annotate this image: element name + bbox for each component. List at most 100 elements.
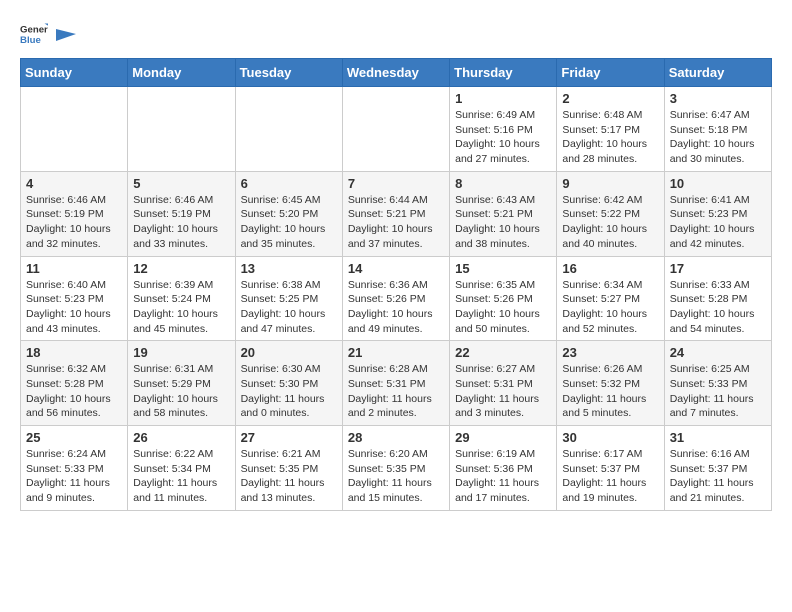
calendar-cell: 27 Sunrise: 6:21 AM Sunset: 5:35 PM Dayli…: [235, 426, 342, 511]
header-friday: Friday: [557, 59, 664, 87]
day-info: Sunrise: 6:46 AM Sunset: 5:19 PM Dayligh…: [133, 193, 229, 252]
day-info: Sunrise: 6:25 AM Sunset: 5:33 PM Dayligh…: [670, 362, 766, 421]
calendar-cell: 9 Sunrise: 6:42 AM Sunset: 5:22 PM Daylig…: [557, 171, 664, 256]
day-info: Sunrise: 6:42 AM Sunset: 5:22 PM Dayligh…: [562, 193, 658, 252]
day-number: 18: [26, 345, 122, 360]
header-tuesday: Tuesday: [235, 59, 342, 87]
calendar-cell: 19 Sunrise: 6:31 AM Sunset: 5:29 PM Dayli…: [128, 341, 235, 426]
day-number: 27: [241, 430, 337, 445]
calendar-cell: 15 Sunrise: 6:35 AM Sunset: 5:26 PM Dayli…: [450, 256, 557, 341]
day-number: 3: [670, 91, 766, 106]
calendar-cell: 10Sunrise: 6:41 AM Sunset: 5:23 PM Dayli…: [664, 171, 771, 256]
calendar-table: SundayMondayTuesdayWednesdayThursdayFrid…: [20, 58, 772, 511]
logo: General Blue: [20, 20, 76, 48]
day-number: 29: [455, 430, 551, 445]
day-number: 2: [562, 91, 658, 106]
day-number: 15: [455, 261, 551, 276]
day-number: 7: [348, 176, 444, 191]
day-number: 9: [562, 176, 658, 191]
day-info: Sunrise: 6:49 AM Sunset: 5:16 PM Dayligh…: [455, 108, 551, 167]
day-info: Sunrise: 6:47 AM Sunset: 5:18 PM Dayligh…: [670, 108, 766, 167]
calendar-cell: [342, 87, 449, 172]
calendar-cell: 14 Sunrise: 6:36 AM Sunset: 5:26 PM Dayli…: [342, 256, 449, 341]
calendar-cell: 30 Sunrise: 6:17 AM Sunset: 5:37 PM Dayli…: [557, 426, 664, 511]
calendar-cell: 25 Sunrise: 6:24 AM Sunset: 5:33 PM Dayli…: [21, 426, 128, 511]
day-number: 24: [670, 345, 766, 360]
day-info: Sunrise: 6:26 AM Sunset: 5:32 PM Dayligh…: [562, 362, 658, 421]
day-number: 6: [241, 176, 337, 191]
calendar-cell: 3 Sunrise: 6:47 AM Sunset: 5:18 PM Daylig…: [664, 87, 771, 172]
calendar-cell: 17 Sunrise: 6:33 AM Sunset: 5:28 PM Dayli…: [664, 256, 771, 341]
day-number: 19: [133, 345, 229, 360]
day-info: Sunrise: 6:19 AM Sunset: 5:36 PM Dayligh…: [455, 447, 551, 506]
header-wednesday: Wednesday: [342, 59, 449, 87]
day-info: Sunrise: 6:28 AM Sunset: 5:31 PM Dayligh…: [348, 362, 444, 421]
day-number: 30: [562, 430, 658, 445]
day-number: 25: [26, 430, 122, 445]
header-saturday: Saturday: [664, 59, 771, 87]
day-info: Sunrise: 6:35 AM Sunset: 5:26 PM Dayligh…: [455, 278, 551, 337]
calendar-cell: [21, 87, 128, 172]
day-number: 20: [241, 345, 337, 360]
svg-text:Blue: Blue: [20, 35, 41, 46]
header: General Blue: [20, 20, 772, 48]
day-number: 16: [562, 261, 658, 276]
day-info: Sunrise: 6:44 AM Sunset: 5:21 PM Dayligh…: [348, 193, 444, 252]
calendar-cell: 24 Sunrise: 6:25 AM Sunset: 5:33 PM Dayli…: [664, 341, 771, 426]
day-info: Sunrise: 6:43 AM Sunset: 5:21 PM Dayligh…: [455, 193, 551, 252]
day-number: 23: [562, 345, 658, 360]
calendar-cell: 29 Sunrise: 6:19 AM Sunset: 5:36 PM Dayli…: [450, 426, 557, 511]
svg-text:General: General: [20, 24, 48, 35]
calendar-cell: 16 Sunrise: 6:34 AM Sunset: 5:27 PM Dayli…: [557, 256, 664, 341]
calendar-week-4: 18Sunrise: 6:32 AM Sunset: 5:28 PM Dayli…: [21, 341, 772, 426]
calendar-cell: 21 Sunrise: 6:28 AM Sunset: 5:31 PM Dayli…: [342, 341, 449, 426]
day-info: Sunrise: 6:27 AM Sunset: 5:31 PM Dayligh…: [455, 362, 551, 421]
header-thursday: Thursday: [450, 59, 557, 87]
calendar-week-3: 11Sunrise: 6:40 AM Sunset: 5:23 PM Dayli…: [21, 256, 772, 341]
day-number: 17: [670, 261, 766, 276]
day-info: Sunrise: 6:16 AM Sunset: 5:37 PM Dayligh…: [670, 447, 766, 506]
calendar-header-row: SundayMondayTuesdayWednesdayThursdayFrid…: [21, 59, 772, 87]
day-number: 5: [133, 176, 229, 191]
calendar-cell: 8 Sunrise: 6:43 AM Sunset: 5:21 PM Daylig…: [450, 171, 557, 256]
calendar-cell: 6Sunrise: 6:45 AM Sunset: 5:20 PM Daylig…: [235, 171, 342, 256]
day-info: Sunrise: 6:22 AM Sunset: 5:34 PM Dayligh…: [133, 447, 229, 506]
calendar-cell: 22 Sunrise: 6:27 AM Sunset: 5:31 PM Dayli…: [450, 341, 557, 426]
calendar-cell: 13 Sunrise: 6:38 AM Sunset: 5:25 PM Dayli…: [235, 256, 342, 341]
logo-icon: General Blue: [20, 20, 48, 48]
calendar-cell: 12Sunrise: 6:39 AM Sunset: 5:24 PM Dayli…: [128, 256, 235, 341]
day-number: 4: [26, 176, 122, 191]
day-info: Sunrise: 6:31 AM Sunset: 5:29 PM Dayligh…: [133, 362, 229, 421]
calendar-week-2: 4 Sunrise: 6:46 AM Sunset: 5:19 PM Daylig…: [21, 171, 772, 256]
calendar-cell: 31 Sunrise: 6:16 AM Sunset: 5:37 PM Dayli…: [664, 426, 771, 511]
calendar-cell: 20 Sunrise: 6:30 AM Sunset: 5:30 PM Dayli…: [235, 341, 342, 426]
day-number: 12: [133, 261, 229, 276]
day-number: 13: [241, 261, 337, 276]
day-number: 11: [26, 261, 122, 276]
day-number: 21: [348, 345, 444, 360]
calendar-cell: [235, 87, 342, 172]
day-info: Sunrise: 6:30 AM Sunset: 5:30 PM Dayligh…: [241, 362, 337, 421]
day-info: Sunrise: 6:38 AM Sunset: 5:25 PM Dayligh…: [241, 278, 337, 337]
day-number: 22: [455, 345, 551, 360]
day-number: 14: [348, 261, 444, 276]
calendar-cell: [128, 87, 235, 172]
day-info: Sunrise: 6:46 AM Sunset: 5:19 PM Dayligh…: [26, 193, 122, 252]
day-number: 31: [670, 430, 766, 445]
day-number: 8: [455, 176, 551, 191]
calendar-week-5: 25 Sunrise: 6:24 AM Sunset: 5:33 PM Dayli…: [21, 426, 772, 511]
calendar-cell: 26 Sunrise: 6:22 AM Sunset: 5:34 PM Dayli…: [128, 426, 235, 511]
calendar-cell: 18Sunrise: 6:32 AM Sunset: 5:28 PM Dayli…: [21, 341, 128, 426]
calendar-cell: 2 Sunrise: 6:48 AM Sunset: 5:17 PM Daylig…: [557, 87, 664, 172]
day-info: Sunrise: 6:48 AM Sunset: 5:17 PM Dayligh…: [562, 108, 658, 167]
day-info: Sunrise: 6:34 AM Sunset: 5:27 PM Dayligh…: [562, 278, 658, 337]
day-info: Sunrise: 6:41 AM Sunset: 5:23 PM Dayligh…: [670, 193, 766, 252]
day-info: Sunrise: 6:17 AM Sunset: 5:37 PM Dayligh…: [562, 447, 658, 506]
day-info: Sunrise: 6:33 AM Sunset: 5:28 PM Dayligh…: [670, 278, 766, 337]
calendar-week-1: 1Sunrise: 6:49 AM Sunset: 5:16 PM Daylig…: [21, 87, 772, 172]
day-info: Sunrise: 6:36 AM Sunset: 5:26 PM Dayligh…: [348, 278, 444, 337]
day-number: 26: [133, 430, 229, 445]
day-info: Sunrise: 6:21 AM Sunset: 5:35 PM Dayligh…: [241, 447, 337, 506]
day-info: Sunrise: 6:24 AM Sunset: 5:33 PM Dayligh…: [26, 447, 122, 506]
header-sunday: Sunday: [21, 59, 128, 87]
